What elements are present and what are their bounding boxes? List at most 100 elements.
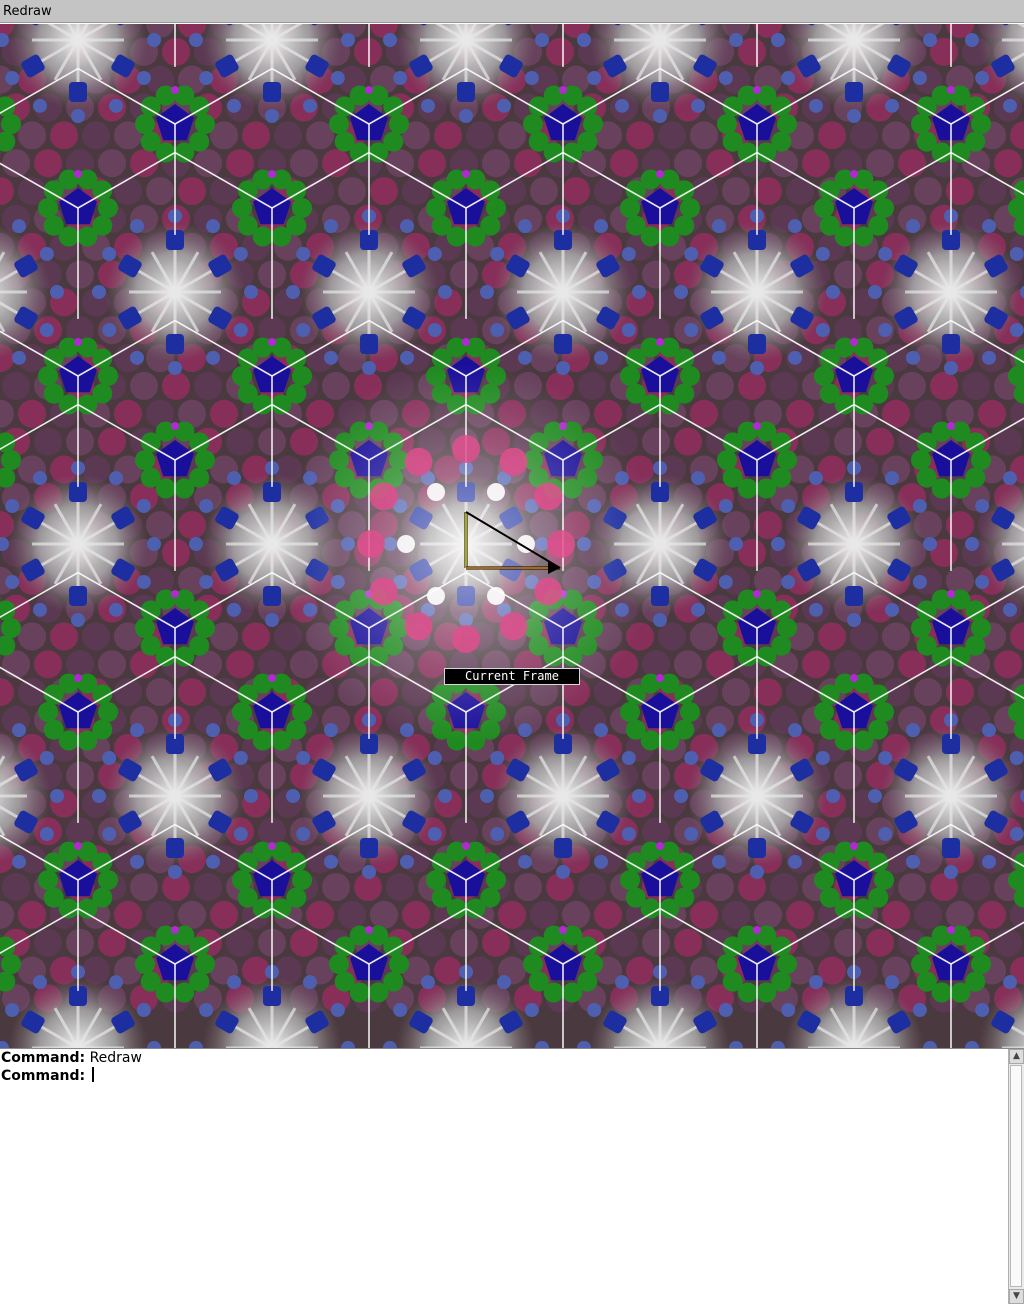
blue-bead bbox=[421, 98, 435, 113]
blue-bead bbox=[691, 975, 705, 990]
pattern-dot bbox=[978, 678, 1006, 707]
green-bead bbox=[528, 131, 549, 152]
blue-petal bbox=[69, 586, 87, 606]
green-bead bbox=[1, 450, 21, 470]
pattern-dot bbox=[802, 928, 830, 957]
green-bead bbox=[271, 226, 292, 247]
green-bead bbox=[43, 383, 64, 404]
green-bead bbox=[135, 618, 155, 638]
violet-dot bbox=[74, 338, 82, 346]
pattern-dot bbox=[866, 928, 894, 957]
pattern-dot bbox=[706, 371, 734, 400]
green-bead bbox=[777, 450, 797, 470]
blue-bead bbox=[982, 854, 996, 869]
pattern-dot bbox=[722, 900, 750, 929]
pattern-dot bbox=[610, 149, 638, 178]
green-bead bbox=[528, 971, 549, 992]
green-bead bbox=[140, 635, 161, 656]
pattern-dot bbox=[802, 650, 830, 679]
scroll-down-arrow-icon[interactable]: ▼ bbox=[1009, 1289, 1024, 1304]
text-caret bbox=[91, 1067, 94, 1082]
blue-bead bbox=[809, 471, 823, 486]
blue-bead bbox=[885, 975, 899, 990]
green-bead bbox=[237, 887, 258, 908]
kaleidoscope-viewport[interactable]: Current Frame bbox=[0, 24, 1024, 1048]
pattern-dot bbox=[146, 900, 174, 929]
pattern-dot bbox=[994, 149, 1022, 178]
blue-bead bbox=[1009, 827, 1024, 841]
pattern-dot bbox=[642, 817, 670, 846]
pattern-dot bbox=[738, 371, 766, 400]
green-bead bbox=[292, 198, 312, 218]
pattern-dot bbox=[386, 873, 414, 902]
blue-bead bbox=[691, 471, 705, 486]
pattern-dot bbox=[674, 427, 702, 456]
violet-dot bbox=[947, 86, 955, 94]
pattern-dot bbox=[674, 650, 702, 679]
pattern-dot bbox=[98, 650, 126, 679]
green-bead bbox=[426, 198, 446, 218]
green-bead bbox=[237, 215, 258, 236]
blue-bead bbox=[33, 975, 47, 990]
green-bead bbox=[292, 870, 312, 890]
violet-dot bbox=[365, 86, 373, 94]
green-bead bbox=[819, 215, 840, 236]
blue-bead bbox=[868, 789, 882, 803]
pattern-dot bbox=[322, 873, 350, 902]
blue-bead bbox=[809, 602, 823, 617]
green-bead bbox=[722, 467, 743, 488]
pattern-canvas[interactable] bbox=[0, 24, 1024, 1048]
blue-bead bbox=[5, 499, 20, 513]
violet-dot bbox=[559, 86, 567, 94]
blue-bead bbox=[324, 854, 338, 869]
pattern-dot bbox=[786, 900, 814, 929]
command-prompt: Command: bbox=[1, 1068, 86, 1084]
console-scrollbar[interactable]: ▲ ▼ bbox=[1008, 1049, 1024, 1304]
blue-bead bbox=[109, 602, 123, 617]
blue-bead bbox=[878, 247, 893, 261]
green-bead bbox=[140, 467, 161, 488]
blue-bead bbox=[227, 98, 241, 113]
green-bead bbox=[174, 142, 195, 163]
blue-bead bbox=[303, 975, 317, 990]
blue-bead bbox=[815, 323, 830, 337]
blue-bead bbox=[296, 827, 311, 841]
pattern-dot bbox=[514, 873, 542, 902]
violet-dot bbox=[850, 338, 858, 346]
green-bead bbox=[195, 450, 215, 470]
console-input-line[interactable]: Command: bbox=[1, 1067, 1001, 1085]
green-bead bbox=[271, 730, 292, 751]
green-bead bbox=[620, 366, 640, 386]
pink-bead bbox=[534, 482, 563, 511]
violet-dot bbox=[268, 842, 276, 850]
blue-bead bbox=[594, 723, 608, 738]
blue-bead bbox=[400, 854, 414, 869]
green-bead bbox=[77, 226, 98, 247]
blue-bead bbox=[906, 219, 920, 234]
blue-bead bbox=[324, 219, 338, 234]
scroll-thumb[interactable] bbox=[1010, 1065, 1022, 1287]
green-bead bbox=[98, 870, 118, 890]
green-bead bbox=[140, 131, 161, 152]
pink-bead bbox=[534, 577, 563, 606]
blue-bead bbox=[826, 789, 840, 803]
green-bead bbox=[625, 719, 646, 740]
command-console[interactable]: Command: Redraw Command: ▲ ▼ bbox=[0, 1048, 1024, 1304]
scroll-up-arrow-icon[interactable]: ▲ bbox=[1009, 1049, 1024, 1064]
pattern-dot bbox=[834, 427, 862, 456]
blue-bead bbox=[206, 723, 220, 738]
blue-bead bbox=[71, 109, 85, 123]
blue-petal bbox=[69, 82, 87, 102]
blue-bead bbox=[923, 33, 937, 47]
pattern-dot bbox=[322, 149, 350, 178]
violet-dot bbox=[656, 338, 664, 346]
pattern-dot bbox=[866, 427, 894, 456]
green-bead bbox=[368, 982, 389, 1003]
pattern-dot bbox=[834, 761, 862, 790]
green-bead bbox=[431, 215, 452, 236]
blue-bead bbox=[130, 854, 144, 869]
green-bead bbox=[916, 971, 937, 992]
current-frame-label: Current Frame bbox=[444, 668, 580, 685]
pattern-dot bbox=[914, 678, 942, 707]
pattern-dot bbox=[66, 427, 94, 456]
